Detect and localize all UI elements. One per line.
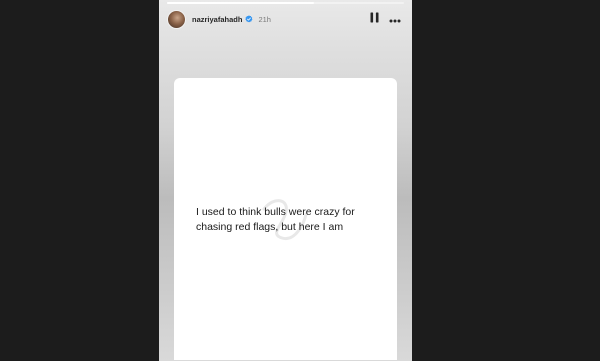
- story-viewer-page: nazriyafahadh 21h I used to think bulls …: [0, 0, 600, 361]
- profile-avatar[interactable]: [167, 9, 186, 29]
- more-options-button[interactable]: [388, 13, 402, 25]
- more-options-icon: [389, 10, 401, 28]
- story-text-card: I used to think bulls were crazy for cha…: [174, 78, 397, 360]
- story-timestamp: 21h: [258, 14, 271, 24]
- story-header: nazriyafahadh 21h: [167, 9, 402, 29]
- username-link[interactable]: nazriyafahadh: [192, 15, 242, 24]
- verified-badge-icon: [245, 15, 253, 23]
- story-progress-bar: [167, 2, 404, 4]
- pause-button[interactable]: [368, 10, 380, 28]
- pause-icon: [370, 10, 379, 28]
- story-progress-fill: [167, 2, 314, 4]
- story-quote-text: I used to think bulls were crazy for cha…: [196, 206, 355, 233]
